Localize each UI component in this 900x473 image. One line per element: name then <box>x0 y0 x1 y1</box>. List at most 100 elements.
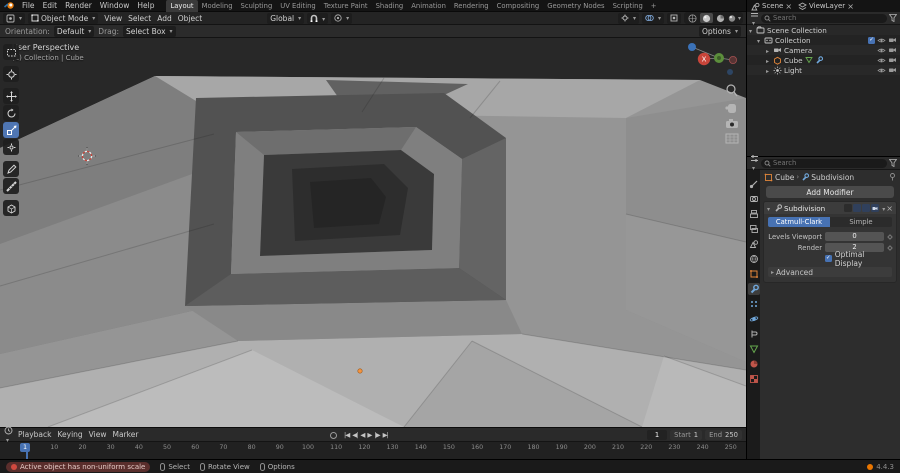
tab-object[interactable] <box>748 268 760 280</box>
tool-move[interactable] <box>3 88 19 104</box>
hide-viewport-eye-icon[interactable] <box>877 36 886 45</box>
view-layer-selector[interactable]: ViewLayer <box>809 2 845 10</box>
perspective-toggle-icon[interactable] <box>725 133 739 144</box>
workspace-tab[interactable]: Shading <box>372 0 408 12</box>
breadcrumb-object[interactable]: Cube <box>775 173 794 182</box>
properties-search-input[interactable] <box>773 159 884 167</box>
viewport-menu-item[interactable]: Add <box>154 14 175 23</box>
modifier-editmode-toggle[interactable] <box>853 204 862 212</box>
outliner-row-light[interactable]: Light <box>747 65 900 75</box>
outliner-search-input[interactable] <box>773 14 884 22</box>
show-gizmo-toggle[interactable] <box>617 12 639 24</box>
viewport-scene[interactable] <box>0 38 746 427</box>
tab-tool[interactable] <box>748 178 760 190</box>
navigation-gizmo[interactable]: X <box>682 42 742 144</box>
properties-search[interactable] <box>761 158 887 168</box>
shading-wireframe-button[interactable] <box>686 13 699 23</box>
drag-mode-selector[interactable]: Select Box <box>123 25 176 37</box>
snap-options-dropdown[interactable] <box>320 14 325 23</box>
auto-keying-button[interactable] <box>330 431 337 439</box>
pin-icon[interactable] <box>889 173 896 181</box>
next-keyframe-button[interactable] <box>374 431 379 439</box>
camera-view-icon[interactable] <box>726 119 738 128</box>
workspace-tab[interactable]: Modeling <box>198 0 237 12</box>
modifier-extras-dropdown[interactable] <box>880 204 885 213</box>
zoom-control-icon[interactable] <box>726 84 738 97</box>
tool-scale[interactable] <box>3 122 19 138</box>
optimal-display-checkbox[interactable] <box>825 255 832 262</box>
timeline-editor-selector[interactable] <box>4 426 13 444</box>
timeline-menu-item[interactable]: Marker <box>109 430 141 439</box>
disable-render-camera-icon[interactable] <box>888 56 897 64</box>
tab-output[interactable] <box>748 208 760 220</box>
tab-world[interactable] <box>748 253 760 265</box>
app-menu-item[interactable]: File <box>18 1 39 10</box>
editor-type-selector[interactable] <box>3 12 26 24</box>
play-button[interactable] <box>367 431 371 439</box>
add-modifier-button[interactable]: Add Modifier <box>766 186 894 198</box>
tab-physics[interactable] <box>748 313 760 325</box>
modifier-name[interactable]: Subdivision <box>784 204 825 213</box>
outliner-row-camera[interactable]: Camera <box>747 45 900 55</box>
tab-texture[interactable] <box>748 373 760 385</box>
transform-orientation-selector[interactable]: Global <box>267 12 305 24</box>
app-menu-item[interactable]: Edit <box>39 1 62 10</box>
subdivision-type-simple[interactable]: Simple <box>830 217 892 227</box>
current-frame-field[interactable]: 1 <box>646 429 668 440</box>
object-origin-dot[interactable] <box>357 368 363 374</box>
show-overlays-toggle[interactable] <box>641 12 664 24</box>
keyframe-decorator-icon[interactable] <box>887 233 893 240</box>
snap-toggle[interactable] <box>307 12 329 24</box>
hide-viewport-eye-icon[interactable] <box>877 56 886 65</box>
timeline-ruler[interactable]: 0102030405060708090100110120130140150160… <box>0 442 746 460</box>
outliner-row-cube[interactable]: Cube <box>747 55 900 65</box>
tab-object-data[interactable] <box>748 343 760 355</box>
app-menu-item[interactable]: Render <box>61 1 96 10</box>
mode-selector[interactable]: Object Mode <box>28 12 99 24</box>
app-menu-item[interactable]: Window <box>96 1 134 10</box>
collection-checkbox[interactable] <box>868 36 875 44</box>
jump-to-start-button[interactable] <box>344 431 349 439</box>
tool-select-box[interactable] <box>3 44 19 60</box>
shading-rendered-button[interactable] <box>728 13 741 23</box>
modifier-close-icon[interactable] <box>886 204 893 213</box>
outliner-row-scene-collection[interactable]: Scene Collection <box>747 25 900 35</box>
viewport-menu-item[interactable]: Select <box>125 14 154 23</box>
tab-modifiers[interactable] <box>747 283 760 295</box>
tool-measure[interactable] <box>3 178 19 194</box>
disable-render-camera-icon[interactable] <box>888 66 897 74</box>
pan-hand-icon[interactable] <box>725 104 736 113</box>
workspace-tab[interactable]: Rendering <box>450 0 493 12</box>
frame-end-field[interactable]: End 250 <box>705 429 742 440</box>
frame-start-field[interactable]: Start 1 <box>670 429 703 440</box>
viewport-menu-item[interactable]: View <box>101 14 125 23</box>
unlink-scene-icon[interactable] <box>785 2 792 11</box>
workspace-tab[interactable]: Animation <box>407 0 450 12</box>
jump-to-end-button[interactable] <box>383 431 388 439</box>
modifier-expand-icon[interactable] <box>767 204 772 213</box>
proportional-edit-toggle[interactable] <box>331 12 353 24</box>
tab-object-constraints[interactable] <box>748 328 760 340</box>
options-dropdown[interactable]: Options <box>699 25 741 37</box>
disable-render-camera-icon[interactable] <box>888 46 897 54</box>
properties-filter-icon[interactable] <box>889 159 897 167</box>
tab-material[interactable] <box>748 358 760 370</box>
tab-scene[interactable] <box>748 238 760 250</box>
timeline-menu-item[interactable]: Keying <box>54 430 85 439</box>
tab-render[interactable] <box>748 193 760 205</box>
advanced-subpanel[interactable]: Advanced <box>768 267 892 277</box>
new-view-layer-icon[interactable] <box>847 2 854 11</box>
orientation-default-selector[interactable]: Default <box>53 25 95 37</box>
viewport-3d[interactable]: User Perspective (1) Collection | Cube X <box>0 38 746 427</box>
outliner-search[interactable] <box>761 13 887 23</box>
workspace-tab[interactable]: + <box>647 0 661 12</box>
levels-viewport-field[interactable]: 0 <box>825 232 884 241</box>
hide-viewport-eye-icon[interactable] <box>877 46 886 55</box>
tool-annotate[interactable] <box>3 161 19 177</box>
blender-logo-icon[interactable] <box>4 1 15 10</box>
workspace-tab[interactable]: Sculpting <box>237 0 277 12</box>
tab-view-layer[interactable] <box>748 223 760 235</box>
tool-add-cube[interactable] <box>3 200 19 216</box>
workspace-tab[interactable]: Compositing <box>493 0 544 12</box>
timeline-menu-item[interactable]: View <box>86 430 110 439</box>
